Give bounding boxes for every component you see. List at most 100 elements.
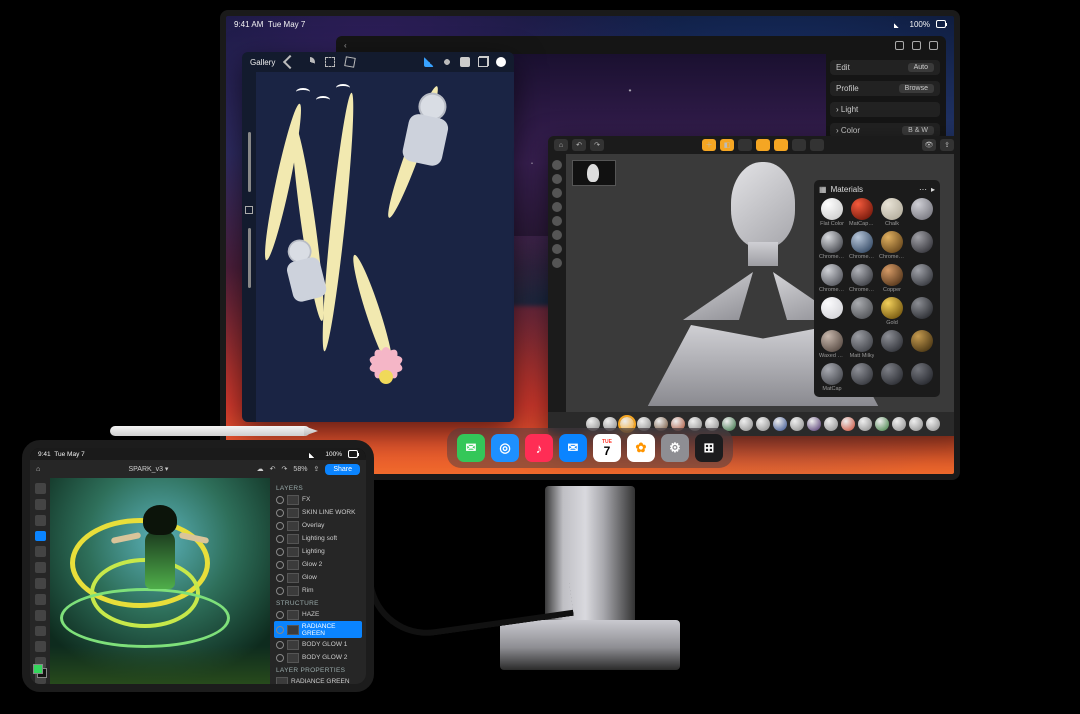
edit-row-profile[interactable]: Profile Browse [830, 81, 940, 96]
brush-preset[interactable] [841, 417, 855, 431]
modify-button[interactable] [245, 206, 253, 214]
brush-preset[interactable] [892, 417, 906, 431]
dock-stage-mgr-icon[interactable]: ⊞ [695, 434, 723, 462]
layer-row[interactable]: SKIN LINE WORK [274, 506, 362, 519]
material-swatch[interactable]: Chrome R… [819, 231, 845, 260]
procreate-canvas[interactable] [256, 72, 514, 422]
crop-icon[interactable] [895, 41, 904, 50]
back-icon[interactable]: ‹ [344, 41, 347, 50]
material-swatch[interactable] [879, 330, 905, 359]
fill-tool-icon[interactable] [35, 562, 46, 573]
material-swatch[interactable] [909, 363, 935, 392]
visibility-icon[interactable] [276, 641, 284, 649]
smudge-icon[interactable] [442, 57, 452, 67]
layer-row[interactable]: BODY GLOW 2 [274, 651, 362, 664]
material-swatch[interactable] [849, 363, 875, 392]
layer-row[interactable]: Overlay [274, 519, 362, 532]
layer-row[interactable]: Rim [274, 584, 362, 597]
gallery-button[interactable]: Gallery [250, 58, 275, 67]
eraser-tool-icon[interactable] [35, 546, 46, 557]
transform-icon[interactable] [345, 56, 357, 68]
cloud-icon[interactable]: ☁︎ [257, 465, 264, 473]
brush-tool-icon[interactable] [35, 531, 46, 542]
brush-icon[interactable] [424, 57, 434, 67]
material-swatch[interactable]: Chrome E… [849, 264, 875, 293]
tool-e-icon[interactable] [810, 139, 824, 151]
tool-b-icon[interactable] [756, 139, 770, 151]
brush-preset[interactable] [739, 417, 753, 431]
dock-music-icon[interactable]: ♪ [525, 434, 553, 462]
material-swatch[interactable]: Chrome B… [849, 231, 875, 260]
rail-dot[interactable] [552, 230, 562, 240]
layer-row[interactable]: BODY GLOW 1 [274, 638, 362, 651]
brush-preset[interactable] [756, 417, 770, 431]
settings-icon[interactable]: ⋯ [958, 139, 960, 151]
type-tool-icon[interactable] [35, 626, 46, 637]
share-icon[interactable]: ⇪ [940, 139, 954, 151]
material-swatch[interactable]: MatCap Re… [849, 198, 875, 227]
rail-dot[interactable] [552, 216, 562, 226]
visibility-icon[interactable] [276, 561, 284, 569]
clone-tool-icon[interactable] [35, 578, 46, 589]
rail-dot[interactable] [552, 160, 562, 170]
visibility-icon[interactable] [276, 509, 284, 517]
material-swatch[interactable]: Waxed Ma… [819, 330, 845, 359]
layer-row[interactable]: RADIANCE GREEN [274, 621, 362, 638]
color-swatch[interactable] [33, 664, 47, 678]
brush-preset[interactable] [824, 417, 838, 431]
layer-row[interactable]: HAZE [274, 608, 362, 621]
brush-preset[interactable] [807, 417, 821, 431]
add-icon[interactable]: ＋ [702, 139, 716, 151]
material-swatch[interactable] [819, 297, 845, 326]
adjust-icon[interactable] [305, 57, 315, 67]
move-tool-icon[interactable] [35, 483, 46, 494]
rail-dot[interactable] [552, 188, 562, 198]
material-swatch[interactable] [909, 330, 935, 359]
dock-safari-icon[interactable]: ◎ [491, 434, 519, 462]
material-swatch[interactable]: Chrome O… [819, 264, 845, 293]
rail-dot[interactable] [552, 174, 562, 184]
home-icon[interactable]: ⌂ [554, 139, 568, 151]
tool-a-icon[interactable] [738, 139, 752, 151]
shape-tool-icon[interactable] [35, 641, 46, 652]
eraser-icon[interactable] [460, 57, 470, 67]
layer-row[interactable]: Lighting soft [274, 532, 362, 545]
sculpt-window[interactable]: ⌂ ↶ ↷ ＋ ◧ 👁 ⇪ ⋯ [548, 136, 960, 436]
select-icon[interactable] [325, 57, 335, 67]
brush-preset[interactable] [909, 417, 923, 431]
material-swatch[interactable]: Chrome C… [879, 231, 905, 260]
redo-icon[interactable]: ↷ [590, 139, 604, 151]
share-button[interactable]: Share [325, 464, 360, 475]
home-icon[interactable]: ⌂ [36, 466, 40, 473]
panel-close-icon[interactable]: ▸ [931, 185, 935, 194]
rail-dot[interactable] [552, 244, 562, 254]
visibility-icon[interactable] [276, 611, 284, 619]
material-swatch[interactable]: Copper [879, 264, 905, 293]
edit-row-light[interactable]: › Light [830, 102, 940, 117]
brush-size-slider[interactable] [248, 132, 251, 192]
material-swatch[interactable]: Gold [879, 297, 905, 326]
material-swatch[interactable]: Matt Milky [849, 330, 875, 359]
tool-d-icon[interactable] [792, 139, 806, 151]
undo-icon[interactable]: ↶ [572, 139, 586, 151]
material-swatch[interactable]: Chalk [879, 198, 905, 227]
opacity-slider[interactable] [248, 228, 251, 288]
document-title[interactable]: SPARK_v3 ▾ [128, 465, 168, 473]
brush-preset[interactable] [790, 417, 804, 431]
layers-panel[interactable]: LAYERS FXSKIN LINE WORKOverlayLighting s… [270, 478, 366, 684]
redo-icon[interactable]: ↷ [282, 465, 288, 473]
export-icon[interactable]: ⇪ [313, 465, 319, 473]
layer-row[interactable]: Lighting [274, 545, 362, 558]
dock-messages-icon[interactable]: ✉︎ [457, 434, 485, 462]
dock-mail-icon[interactable]: ✉︎ [559, 434, 587, 462]
visibility-icon[interactable] [276, 587, 284, 595]
more-icon[interactable] [929, 41, 938, 50]
reference-thumbnail[interactable] [572, 160, 616, 186]
material-swatch[interactable]: MatCap [819, 363, 845, 392]
brush-preset[interactable] [773, 417, 787, 431]
visibility-icon[interactable] [276, 574, 284, 582]
material-swatch[interactable] [879, 363, 905, 392]
transform-tool-icon[interactable] [35, 499, 46, 510]
mirror-icon[interactable]: ◧ [720, 139, 734, 151]
dock-settings-icon[interactable]: ⚙︎ [661, 434, 689, 462]
